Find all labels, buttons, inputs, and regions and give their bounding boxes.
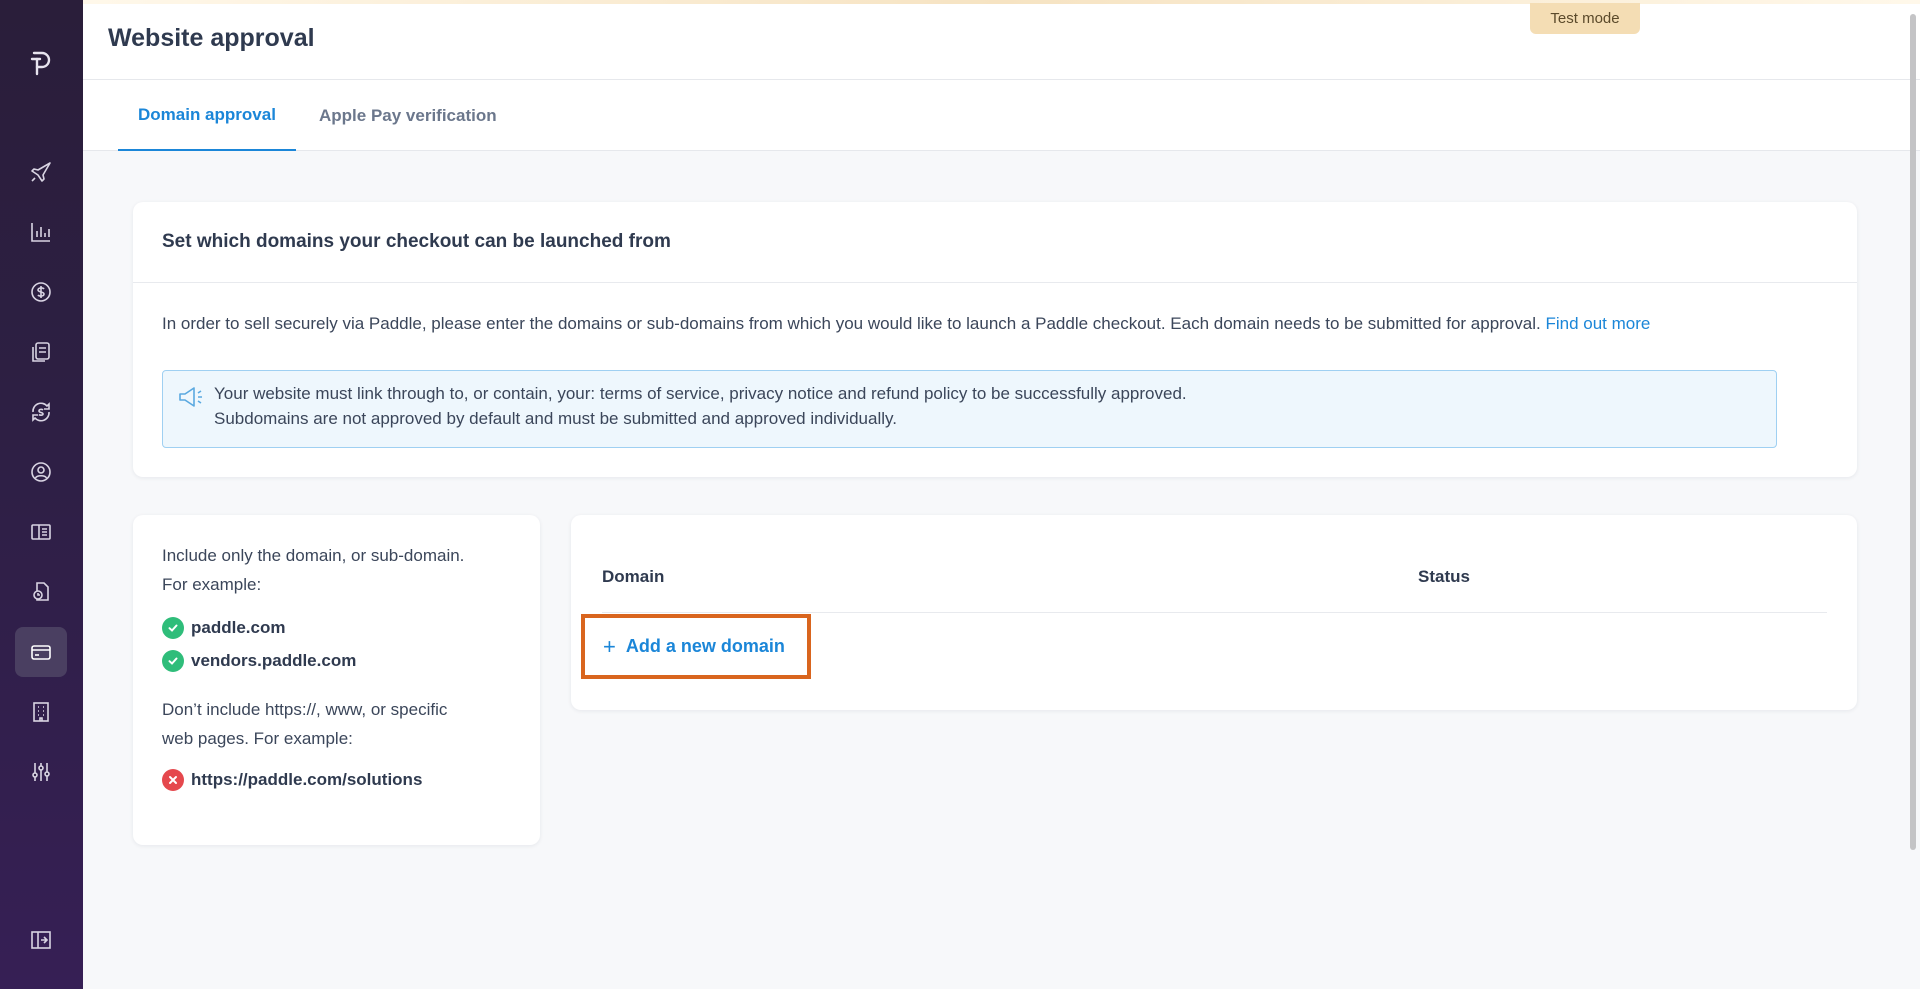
intro-heading: Set which domains your checkout can be l… — [133, 202, 1857, 283]
column-header-status: Status — [1418, 567, 1470, 586]
domain-help-card: Include only the domain, or sub-domain. … — [133, 515, 540, 845]
checkout-settings-icon[interactable] — [15, 567, 67, 617]
cross-icon — [162, 769, 184, 791]
documents-icon[interactable] — [15, 327, 67, 377]
dollar-circle-icon[interactable] — [15, 267, 67, 317]
intro-body: In order to sell securely via Paddle, pl… — [162, 314, 1650, 334]
notice-line-1: Your website must link through to, or co… — [214, 384, 1187, 403]
subscription-cycle-icon[interactable] — [15, 387, 67, 437]
notice-box: Your website must link through to, or co… — [162, 370, 1777, 448]
test-mode-badge: Test mode — [1530, 3, 1640, 34]
page-header — [83, 0, 1920, 80]
tab-domain-approval[interactable]: Domain approval — [118, 80, 296, 151]
notice-line-2: Subdomains are not approved by default a… — [214, 409, 897, 428]
bad-example: https://paddle.com/solutions — [162, 769, 422, 791]
sliders-icon[interactable] — [15, 747, 67, 797]
add-new-domain-label: Add a new domain — [625, 636, 785, 656]
rocket-icon[interactable] — [15, 147, 67, 197]
sidebar — [0, 0, 83, 989]
add-new-domain-button[interactable]: + Add a new domain — [581, 614, 811, 679]
catalog-book-icon[interactable] — [15, 507, 67, 557]
megaphone-icon — [177, 385, 205, 409]
intro-body-text: In order to sell securely via Paddle, pl… — [162, 314, 1541, 333]
column-header-domain: Domain — [602, 567, 665, 586]
building-icon[interactable] — [15, 687, 67, 737]
check-icon — [162, 617, 184, 639]
user-circle-icon[interactable] — [15, 447, 67, 497]
collapse-sidebar-icon[interactable] — [15, 915, 67, 965]
credit-card-icon[interactable] — [15, 627, 67, 677]
bad-example-text: https://paddle.com/solutions — [191, 770, 423, 789]
include-line-1: Include only the domain, or sub-domain. — [162, 546, 465, 565]
good-example-text: paddle.com — [191, 618, 286, 637]
find-out-more-link[interactable]: Find out more — [1545, 314, 1650, 333]
page-title: Website approval — [108, 24, 315, 52]
check-icon — [162, 650, 184, 672]
plus-icon: + — [603, 633, 616, 659]
tab-apple-pay-verification[interactable]: Apple Pay verification — [319, 80, 497, 151]
exclude-line-2: web pages. For example: — [162, 729, 353, 748]
tabs-bar: Domain approval Apple Pay verification — [83, 80, 1920, 151]
paddle-logo-icon[interactable] — [26, 46, 56, 80]
exclude-instructions: Don’t include https://, www, or specific… — [162, 695, 447, 753]
include-line-2: For example: — [162, 575, 262, 594]
table-header-divider — [602, 612, 1827, 613]
bar-chart-icon[interactable] — [15, 207, 67, 257]
good-example-2: vendors.paddle.com — [162, 650, 356, 672]
good-example-text: vendors.paddle.com — [191, 651, 357, 670]
domains-table-card: Domain Status + Add a new domain — [571, 515, 1857, 710]
intro-card: Set which domains your checkout can be l… — [133, 202, 1857, 477]
page-scrollbar[interactable] — [1910, 14, 1916, 850]
good-example-1: paddle.com — [162, 617, 285, 639]
include-instructions: Include only the domain, or sub-domain. … — [162, 541, 464, 599]
test-mode-strip — [83, 0, 1920, 4]
exclude-line-1: Don’t include https://, www, or specific — [162, 700, 448, 719]
